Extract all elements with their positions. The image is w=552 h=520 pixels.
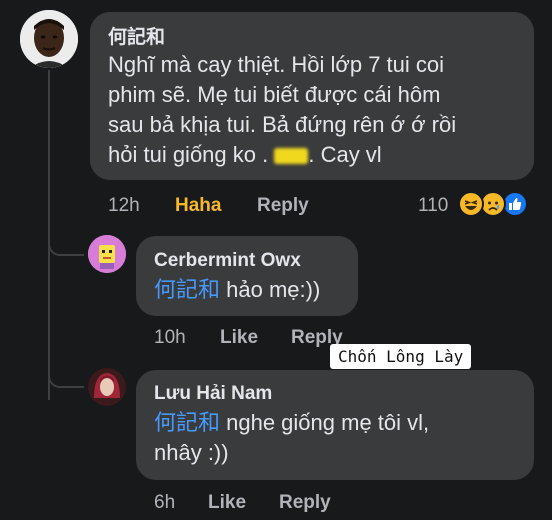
comment-text-1-line-4: hỏi tui giống ko . . Cay vl — [108, 140, 528, 170]
haha-reaction-icon — [458, 191, 484, 217]
haha-reaction-button[interactable]: Haha — [175, 195, 221, 217]
comment-text-3-line-1-body: nghe giống mẹ tôi vl, — [220, 410, 430, 435]
comment-author-1[interactable]: 何記和 — [108, 22, 165, 49]
comment-text-3-line-1: 何記和 nghe giống mẹ tôi vl, — [154, 408, 524, 438]
comment-text-1-line-4-suffix: . Cay vl — [308, 142, 382, 167]
avatar-commenter-2[interactable] — [88, 235, 126, 273]
thread-curve-1 — [48, 240, 84, 256]
thread-line-main — [48, 70, 50, 400]
haha-face-icon — [464, 200, 478, 210]
comment-text-3: 何記和 nghe giống mẹ tôi vl, nhây :)) — [154, 408, 524, 468]
thread-curve-2 — [48, 372, 84, 388]
like-button-2[interactable]: Like — [220, 327, 258, 349]
avatar-portrait-icon-3 — [88, 368, 126, 406]
comment-text-1-line-3: sau bả khịa tui. Bả đứng rên ớ ớ rồi — [108, 112, 457, 137]
comment-text-2: 何記和 hảo mẹ:)) — [154, 275, 320, 305]
avatar-portrait-icon — [20, 10, 78, 68]
avatar-commenter-1[interactable] — [20, 10, 78, 68]
comment-text-1: Nghĩ mà cay thiệt. Hồi lớp 7 tui coi phi… — [108, 50, 528, 170]
watermark-label: Chốn Lông Lày — [330, 344, 472, 369]
comment-timestamp-2[interactable]: 10h — [154, 327, 186, 349]
mention-tag-2[interactable]: 何記和 — [154, 277, 220, 302]
reply-button-1[interactable]: Reply — [257, 195, 309, 217]
comment-author-2[interactable]: Cerbermint Owx — [154, 250, 301, 272]
like-button-3[interactable]: Like — [208, 492, 246, 514]
mention-tag-3[interactable]: 何記和 — [154, 410, 220, 435]
comment-timestamp-3[interactable]: 6h — [154, 492, 175, 514]
comment-text-1-line-4-prefix: hỏi tui giống ko . — [108, 142, 275, 167]
comment-text-3-line-2: nhây :)) — [154, 440, 229, 465]
comment-text-1-line-1: Nghĩ mà cay thiệt. Hồi lớp 7 tui coi — [108, 52, 445, 77]
thumbs-up-icon — [509, 197, 522, 210]
reply-button-3[interactable]: Reply — [279, 492, 331, 514]
avatar-commenter-3[interactable] — [88, 368, 126, 406]
sad-face-icon — [488, 201, 500, 211]
avatar-cartoon-icon — [88, 235, 126, 273]
comment-text-1-line-2: phim sẽ. Mẹ tui biết được cái hôm — [108, 82, 441, 107]
comment-text-2-body: hảo mẹ:)) — [220, 277, 321, 302]
reaction-count[interactable]: 110 — [418, 195, 448, 217]
comment-author-3[interactable]: Lưu Hải Nam — [154, 383, 272, 405]
censored-word — [274, 148, 309, 165]
comment-timestamp-1[interactable]: 12h — [108, 195, 140, 217]
